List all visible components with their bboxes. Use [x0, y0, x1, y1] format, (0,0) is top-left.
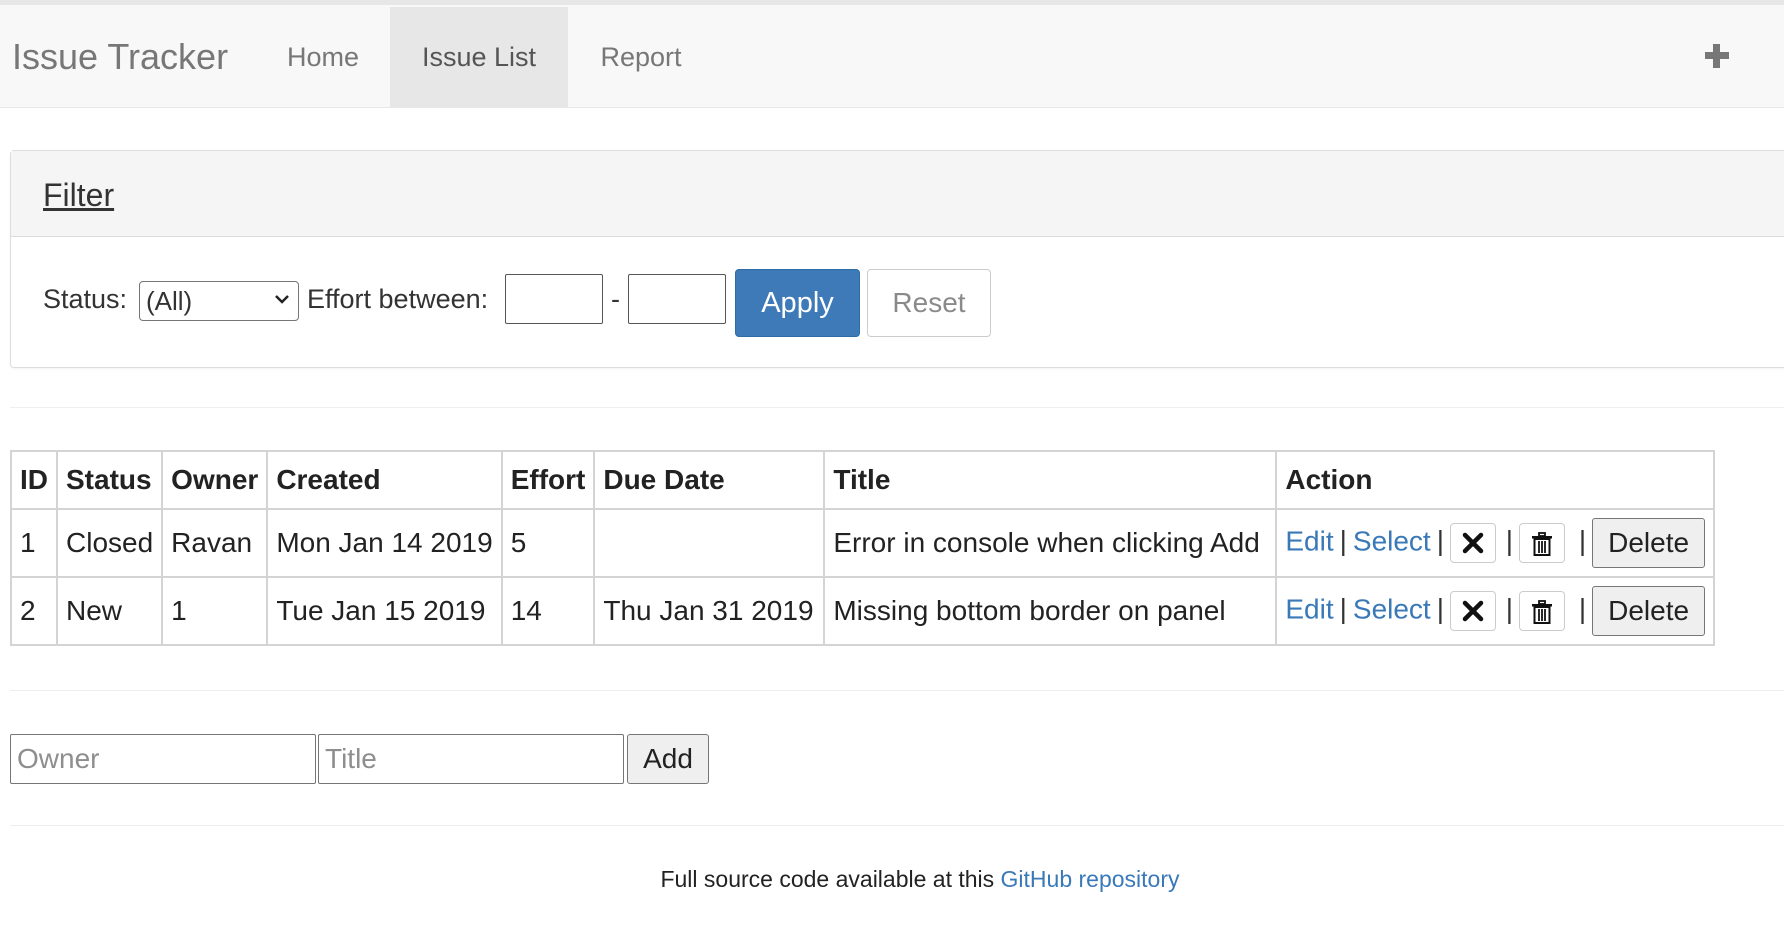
- trash-button[interactable]: [1519, 591, 1566, 631]
- cell-actions: Edit | Select | | | Delete: [1275, 508, 1716, 578]
- table-row: 1 Closed Ravan Mon Jan 14 2019 5 Error i…: [10, 508, 1716, 578]
- header-title: Title: [823, 450, 1278, 510]
- github-link[interactable]: GitHub repository: [1001, 866, 1180, 892]
- status-select[interactable]: (All): [139, 281, 299, 321]
- effort-max-input[interactable]: [628, 274, 726, 324]
- action-separator: |: [1339, 525, 1347, 557]
- trash-icon: [1532, 600, 1553, 624]
- header-owner: Owner: [161, 450, 269, 510]
- delete-button[interactable]: Delete: [1592, 518, 1706, 568]
- divider: [10, 825, 1784, 826]
- cell-due-date: Thu Jan 31 2019: [593, 576, 826, 646]
- header-id: ID: [10, 450, 58, 510]
- footer: Full source code available at this GitHu…: [0, 866, 1784, 893]
- action-separator: |: [1505, 525, 1514, 557]
- reset-button[interactable]: Reset: [867, 269, 991, 337]
- title-input[interactable]: Title: [318, 734, 624, 784]
- close-button[interactable]: [1450, 591, 1496, 631]
- table-header-row: ID Status Owner Created Effort Due Date …: [10, 450, 1716, 510]
- action-separator: |: [1436, 593, 1444, 625]
- issue-table: ID Status Owner Created Effort Due Date …: [10, 450, 1716, 646]
- add-button[interactable]: Add: [627, 734, 709, 784]
- cell-status: New: [55, 576, 164, 646]
- cell-id: 1: [10, 508, 58, 578]
- edit-link[interactable]: Edit: [1285, 593, 1333, 624]
- filter-panel: Filter Status: (All) Effort between: - A…: [10, 150, 1784, 368]
- cell-id: 2: [10, 576, 58, 646]
- status-select-value: (All): [146, 286, 193, 316]
- header-status: Status: [55, 450, 164, 510]
- select-link[interactable]: Select: [1353, 593, 1431, 624]
- chevron-down-icon: [275, 295, 289, 304]
- cell-owner: Ravan: [161, 508, 269, 578]
- filter-heading: [11, 151, 1784, 237]
- cell-due-date: [593, 508, 826, 578]
- close-icon: [1462, 600, 1484, 622]
- action-separator: |: [1339, 593, 1347, 625]
- effort-separator: -: [611, 284, 620, 314]
- effort-min-input[interactable]: [505, 274, 603, 324]
- header-created: Created: [266, 450, 503, 510]
- cell-actions: Edit | Select | | | Delete: [1275, 576, 1716, 646]
- effort-label: Effort between:: [307, 284, 489, 314]
- cell-status: Closed: [55, 508, 164, 578]
- header-due-date: Due Date: [593, 450, 826, 510]
- apply-button[interactable]: Apply: [735, 269, 860, 337]
- delete-button[interactable]: Delete: [1592, 586, 1706, 636]
- table-row: 2 New 1 Tue Jan 15 2019 14 Thu Jan 31 20…: [10, 576, 1716, 646]
- status-label: Status:: [43, 284, 128, 314]
- action-separator: |: [1505, 593, 1514, 625]
- close-icon: [1462, 532, 1484, 554]
- trash-button[interactable]: [1519, 523, 1566, 563]
- nav-home[interactable]: Home: [260, 7, 386, 108]
- owner-input[interactable]: Owner: [10, 734, 316, 784]
- cell-title: Missing bottom border on panel: [823, 576, 1278, 646]
- footer-text: Full source code available at this: [660, 866, 995, 892]
- cell-title: Error in console when clicking Add: [823, 508, 1278, 578]
- action-separator: |: [1578, 593, 1587, 625]
- header-effort: Effort: [500, 450, 596, 510]
- nav-report[interactable]: Report: [580, 7, 702, 108]
- divider: [10, 690, 1784, 691]
- cell-effort: 14: [500, 576, 596, 646]
- close-button[interactable]: [1450, 523, 1496, 563]
- cell-created: Tue Jan 15 2019: [266, 576, 503, 646]
- cell-created: Mon Jan 14 2019: [266, 508, 503, 578]
- action-separator: |: [1578, 525, 1587, 557]
- navbar: Issue Tracker Home Issue List Report: [0, 5, 1784, 108]
- nav-issue-list[interactable]: Issue List: [390, 7, 568, 108]
- brand[interactable]: Issue Tracker: [12, 5, 228, 108]
- edit-link[interactable]: Edit: [1285, 525, 1333, 556]
- trash-icon: [1532, 532, 1553, 556]
- divider: [10, 407, 1784, 408]
- cell-owner: 1: [161, 576, 269, 646]
- header-action: Action: [1275, 450, 1716, 510]
- select-link[interactable]: Select: [1353, 525, 1431, 556]
- action-separator: |: [1436, 525, 1444, 557]
- plus-icon[interactable]: [1702, 41, 1732, 71]
- cell-effort: 5: [500, 508, 596, 578]
- filter-toggle[interactable]: Filter: [43, 177, 114, 214]
